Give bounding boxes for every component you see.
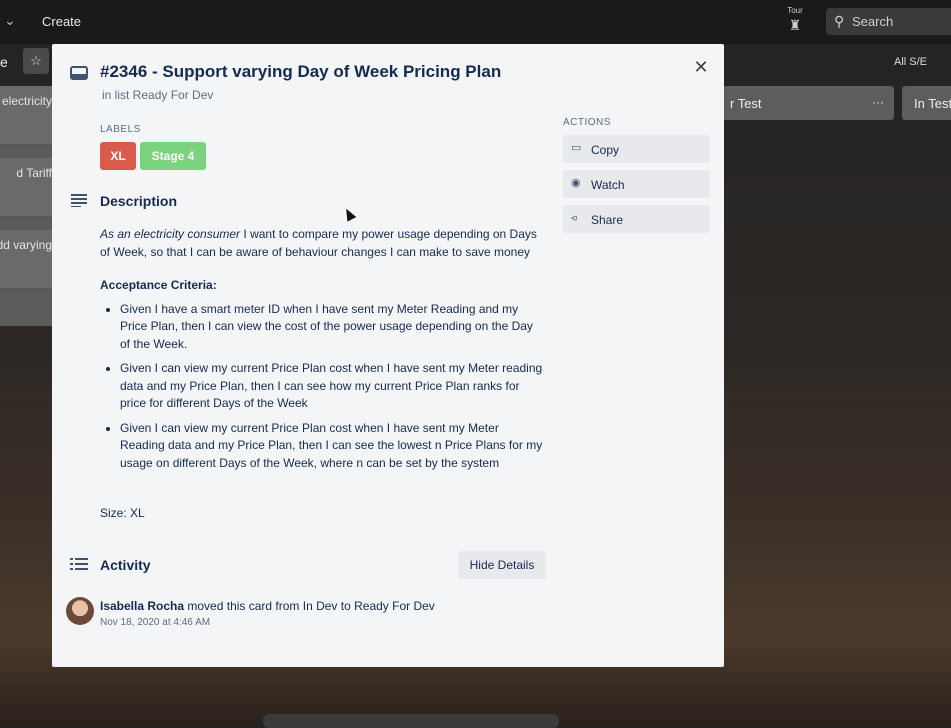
copy-button[interactable]: ▭ Copy [563, 135, 710, 163]
scrollbar[interactable] [263, 714, 559, 728]
card-title[interactable]: #2346 - Support varying Day of Week Pric… [100, 62, 501, 82]
label-stage-4[interactable]: Stage 4 [140, 142, 206, 170]
labels-heading: LABELS [100, 124, 141, 135]
card-icon [70, 66, 88, 80]
list-header-test[interactable]: r Test ··· [712, 86, 894, 120]
board-title[interactable]: e [0, 54, 8, 70]
share-button[interactable]: ⪦ Share [563, 205, 710, 233]
hide-details-button[interactable]: Hide Details [458, 551, 546, 579]
board-view-label[interactable]: All S/E [894, 56, 927, 68]
card-icon: ▭ [571, 142, 582, 154]
list-item: Given I can view my current Price Plan c… [120, 360, 546, 413]
description-heading: Description [100, 193, 178, 209]
eye-icon: ◉ [571, 177, 581, 189]
activity-user[interactable]: Isabella Rocha [100, 599, 184, 613]
description-icon [71, 194, 87, 207]
share-label: Share [591, 213, 624, 227]
list-item: Given I can view my current Price Plan c… [120, 420, 546, 473]
share-icon: ⪦ [571, 212, 578, 224]
activity-heading: Activity [100, 557, 151, 573]
acceptance-criteria-list: Given I have a smart meter ID when I hav… [100, 301, 546, 473]
activity-action: moved this card from In Dev to Ready For… [184, 599, 435, 613]
activity-icon [70, 558, 88, 570]
list-header-in-test[interactable]: In Test [902, 86, 951, 120]
search-input[interactable]: ⚲ Search [826, 8, 951, 35]
tour-icon: ♜ [788, 17, 802, 33]
close-icon[interactable]: ✕ [690, 56, 712, 78]
list-item: Given I have a smart meter ID when I hav… [120, 301, 546, 354]
board-list-left: electricity d Tariff dd varying [0, 86, 58, 326]
copy-label: Copy [591, 143, 620, 157]
search-icon: ⚲ [834, 13, 845, 29]
list-card-title: dd varying [0, 238, 52, 252]
list-card[interactable]: electricity [0, 86, 58, 145]
label-xl[interactable]: XL [100, 142, 136, 170]
chevron-down-icon[interactable]: ⌄ [4, 12, 16, 29]
description-emphasis: As an electricity consumer [100, 227, 241, 241]
list-card-title: d Tariff [16, 166, 52, 180]
actions-heading: ACTIONS [563, 117, 611, 128]
size-text: Size: XL [100, 506, 145, 520]
top-bar: ⌄ Create Tour ♜ ⚲ Search [0, 0, 951, 44]
card-list-location[interactable]: in list Ready For Dev [102, 88, 213, 102]
list-card[interactable]: dd varying [0, 230, 58, 289]
watch-label: Watch [591, 178, 625, 192]
list-menu-icon[interactable]: ··· [872, 95, 884, 109]
activity-timestamp[interactable]: Nov 18, 2020 at 4:46 AM [100, 617, 210, 628]
description-intro: As an electricity consumer I want to com… [100, 226, 546, 261]
create-button[interactable]: Create [42, 14, 81, 29]
card-detail-modal: ✕ #2346 - Support varying Day of Week Pr… [52, 44, 724, 667]
watch-button[interactable]: ◉ Watch [563, 170, 710, 198]
description-body[interactable]: As an electricity consumer I want to com… [100, 226, 546, 479]
tour-label: Tour [787, 6, 803, 15]
search-placeholder: Search [852, 14, 894, 29]
list-card-title: electricity [1, 94, 52, 108]
avatar[interactable] [66, 597, 94, 625]
list-card[interactable]: d Tariff [0, 158, 58, 217]
tour-button[interactable]: Tour ♜ [784, 6, 806, 34]
list-header-title: r Test [730, 96, 762, 111]
activity-entry: Isabella Rocha moved this card from In D… [100, 599, 435, 613]
list-header-title: In Test [914, 96, 951, 111]
star-icon[interactable]: ☆ [23, 48, 49, 74]
acceptance-criteria-heading: Acceptance Criteria: [100, 278, 217, 292]
